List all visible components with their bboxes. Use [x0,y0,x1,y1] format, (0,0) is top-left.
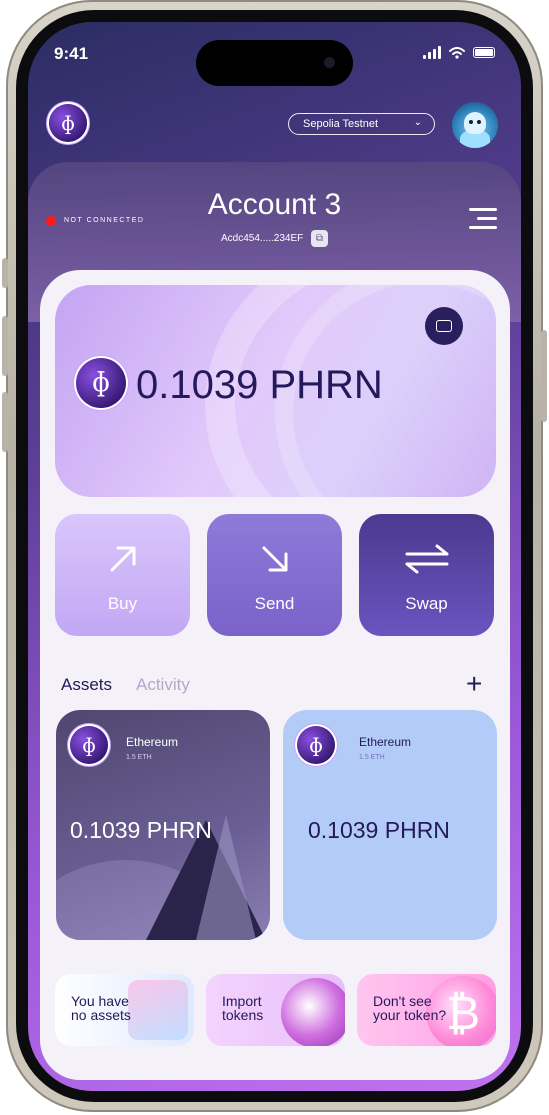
tab-activity[interactable]: Activity [136,675,190,695]
copy-icon[interactable]: ⧉ [311,230,328,247]
side-button-power [541,330,547,422]
promo-line: your token? [373,1007,447,1023]
asset-card[interactable]: ɸ Ethereum 1.5 ETH 0.1039 PHRN [56,710,270,940]
promo-text: Import tokens [222,994,302,1022]
send-label: Send [254,594,295,613]
wallet-button[interactable] [425,307,463,345]
dynamic-island [196,40,353,86]
account-name[interactable]: Account 3 [28,188,521,222]
menu-icon[interactable] [469,208,497,230]
chevron-down-icon: ⌄ [413,117,422,128]
asset-value: 0.1039 PHRN [70,817,212,843]
asset-name: Ethereum [126,735,179,749]
token-logo-icon: ɸ [76,358,126,408]
status-time: 9:41 [54,44,89,63]
avatar-eye [477,120,481,124]
token-logo-icon: ɸ [297,726,335,764]
battery-icon [473,47,495,58]
wallet-icon [436,320,452,332]
buy-label: Buy [107,594,138,613]
swap-button[interactable]: Swap [359,514,494,636]
avatar-head [464,112,486,134]
asset-value: 0.1039 PHRN [308,817,450,843]
promo-text: Don't see your token? [373,994,453,1022]
arrow-up-right-icon [55,542,190,585]
network-selector[interactable]: Sepolia Testnet ⌄ [288,113,435,135]
promo-import-tokens[interactable]: Import tokens [206,974,345,1046]
promo-dont-see-token[interactable]: ₿ Don't see your token? [357,974,496,1046]
send-button[interactable]: Send [207,514,342,636]
asset-amount: 1.5 ETH [126,754,152,761]
status-icons [423,46,495,59]
camera-icon [324,57,335,68]
promo-line: no assets [71,1007,131,1023]
swap-label: Swap [405,594,448,613]
asset-card[interactable]: ɸ Ethereum 1.5 ETH 0.1039 PHRN [283,710,497,940]
wifi-icon [449,46,465,59]
side-button-action [2,258,8,288]
buy-button[interactable]: Buy [55,514,190,636]
asset-amount: 1.5 ETH [359,754,385,761]
token-logo-icon: ɸ [70,726,108,764]
avatar[interactable] [452,102,498,148]
add-asset-icon[interactable]: + [466,668,482,700]
side-button-volume-down [2,392,8,452]
promo-line: tokens [222,1007,264,1023]
tab-assets[interactable]: Assets [61,675,112,695]
avatar-eye [469,120,473,124]
promo-no-assets[interactable]: You have no assets [55,974,194,1046]
arrow-down-right-icon [207,542,342,585]
signal-icon [423,46,441,59]
asset-name: Ethereum [359,735,412,749]
balance-value: 0.1039 PHRN [136,363,383,407]
account-address: Acdc454.....234EF [221,233,304,244]
app-screen: 9:41 ɸ Sepolia Testnet ⌄ NOT CONNECTED A… [28,22,521,1091]
swap-arrows-icon [359,542,494,585]
side-button-volume-up [2,316,8,376]
app-logo-icon[interactable]: ɸ [49,104,87,142]
network-label: Sepolia Testnet [303,118,379,130]
promo-text: You have no assets [71,994,151,1022]
